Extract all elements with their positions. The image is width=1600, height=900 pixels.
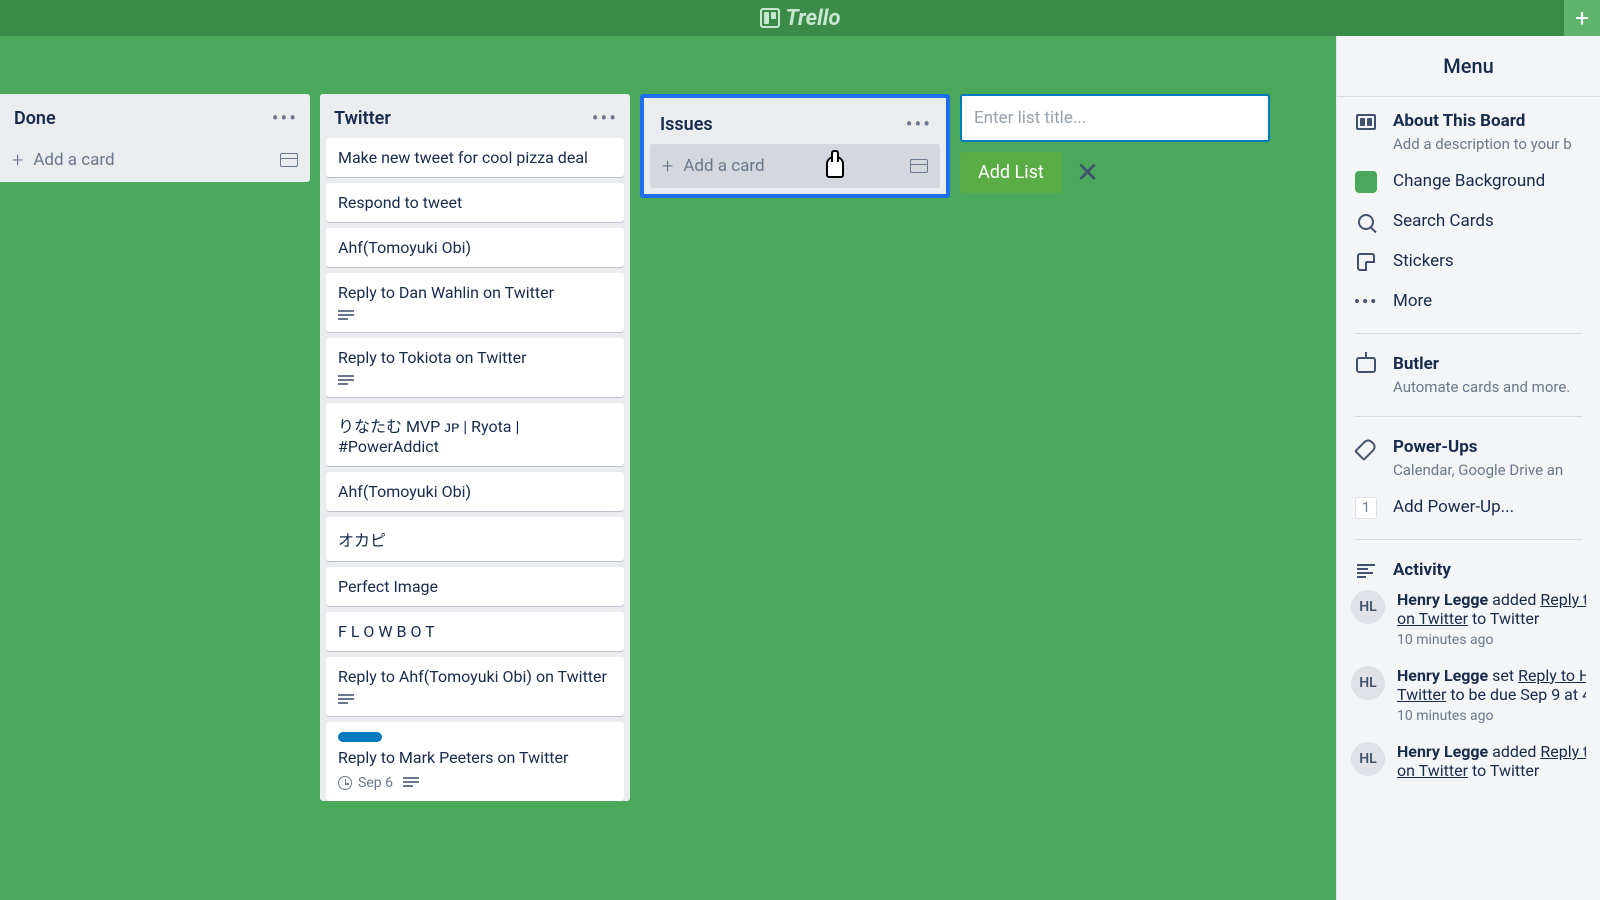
template-icon[interactable] — [280, 153, 298, 167]
card-list: Make new tweet for cool pizza deal Respo… — [320, 138, 630, 801]
activity-item[interactable]: HL Henry Legge added Reply t on Twitter … — [1351, 590, 1586, 648]
list-title[interactable]: Twitter — [334, 108, 391, 129]
description-icon — [403, 777, 419, 789]
card[interactable]: りなたむ MVP ᴊᴘ | Ryota | #PowerAddict — [326, 403, 624, 466]
menu-power-ups[interactable]: Power-UpsCalendar, Google Drive an — [1355, 437, 1582, 479]
global-add-button[interactable]: + — [1564, 0, 1600, 36]
description-icon — [338, 694, 354, 706]
avatar: HL — [1351, 666, 1385, 700]
sticker-icon — [1357, 253, 1375, 271]
more-icon: ••• — [1355, 291, 1377, 313]
card[interactable]: Reply to Ahf(Tomoyuki Obi) on Twitter — [326, 657, 624, 716]
menu-add-power-up[interactable]: 1 Add Power-Up... — [1355, 497, 1582, 519]
description-icon — [338, 375, 354, 387]
board-menu-panel: Menu About This BoardAdd a description t… — [1336, 36, 1600, 900]
list-twitter: Twitter ••• Make new tweet for cool pizz… — [320, 94, 630, 801]
add-card-button[interactable]: +Add a card — [650, 144, 940, 188]
card[interactable]: Perfect Image — [326, 567, 624, 606]
template-icon[interactable] — [910, 159, 928, 173]
description-icon — [338, 310, 354, 322]
avatar: HL — [1351, 590, 1385, 624]
card[interactable]: Make new tweet for cool pizza deal — [326, 138, 624, 177]
powerup-count: 1 — [1355, 497, 1377, 519]
card[interactable]: Ahf(Tomoyuki Obi) — [326, 228, 624, 267]
add-card-button[interactable]: +Add a card — [0, 138, 310, 182]
close-icon[interactable]: ✕ — [1076, 156, 1099, 189]
card[interactable]: Ahf(Tomoyuki Obi) — [326, 472, 624, 511]
list-issues: Issues ••• +Add a card — [640, 94, 950, 198]
app-logo[interactable]: Trello — [760, 6, 841, 31]
menu-about-board[interactable]: About This BoardAdd a description to you… — [1355, 111, 1582, 153]
activity-item[interactable]: HL Henry Legge set Reply to H Twitter to… — [1351, 666, 1586, 724]
activity-item[interactable]: HL Henry Legge added Reply t on Twitter … — [1351, 742, 1586, 780]
avatar: HL — [1351, 742, 1385, 776]
list-menu-button[interactable]: ••• — [906, 112, 932, 136]
activity-list: HL Henry Legge added Reply t on Twitter … — [1337, 590, 1600, 780]
list-title[interactable]: Issues — [660, 114, 713, 135]
plus-icon: + — [662, 154, 673, 178]
new-list-title-input[interactable] — [960, 94, 1270, 142]
list-menu-button[interactable]: ••• — [272, 106, 298, 130]
add-list-button[interactable]: Add List — [960, 152, 1062, 193]
menu-more[interactable]: ••• More — [1355, 291, 1582, 313]
app-name: Trello — [786, 6, 841, 31]
card[interactable]: オカピ — [326, 517, 624, 561]
plus-icon: + — [12, 148, 23, 172]
list-title[interactable]: Done — [14, 108, 56, 129]
menu-activity-header: Activity — [1355, 560, 1582, 582]
rocket-icon — [1357, 439, 1375, 457]
menu-stickers[interactable]: Stickers — [1355, 251, 1582, 273]
search-icon — [1358, 214, 1374, 230]
menu-butler[interactable]: ButlerAutomate cards and more. — [1355, 354, 1582, 396]
card[interactable]: Reply to Dan Wahlin on Twitter — [326, 273, 624, 332]
card[interactable]: Respond to tweet — [326, 183, 624, 222]
activity-icon — [1357, 564, 1375, 578]
card[interactable]: Reply to Tokiota on Twitter — [326, 338, 624, 397]
menu-search-cards[interactable]: Search Cards — [1355, 211, 1582, 233]
list-menu-button[interactable]: ••• — [592, 106, 618, 130]
menu-change-background[interactable]: Change Background — [1355, 171, 1582, 193]
board-icon — [760, 8, 780, 28]
cursor-pointer-icon — [822, 152, 844, 178]
add-list-composer: Add List ✕ — [960, 94, 1270, 193]
card[interactable]: Reply to Mark Peeters on Twitter Sep 6 — [326, 722, 624, 801]
top-bar: Trello + — [0, 0, 1600, 36]
color-swatch-icon — [1355, 171, 1377, 193]
list-done: Done ••• +Add a card — [0, 94, 310, 182]
board-icon — [1356, 114, 1376, 130]
menu-title: Menu — [1337, 36, 1600, 97]
card[interactable]: F L O W B O T — [326, 612, 624, 651]
due-date-icon — [338, 776, 352, 790]
card-label-blue — [338, 732, 382, 742]
robot-icon — [1356, 357, 1376, 373]
